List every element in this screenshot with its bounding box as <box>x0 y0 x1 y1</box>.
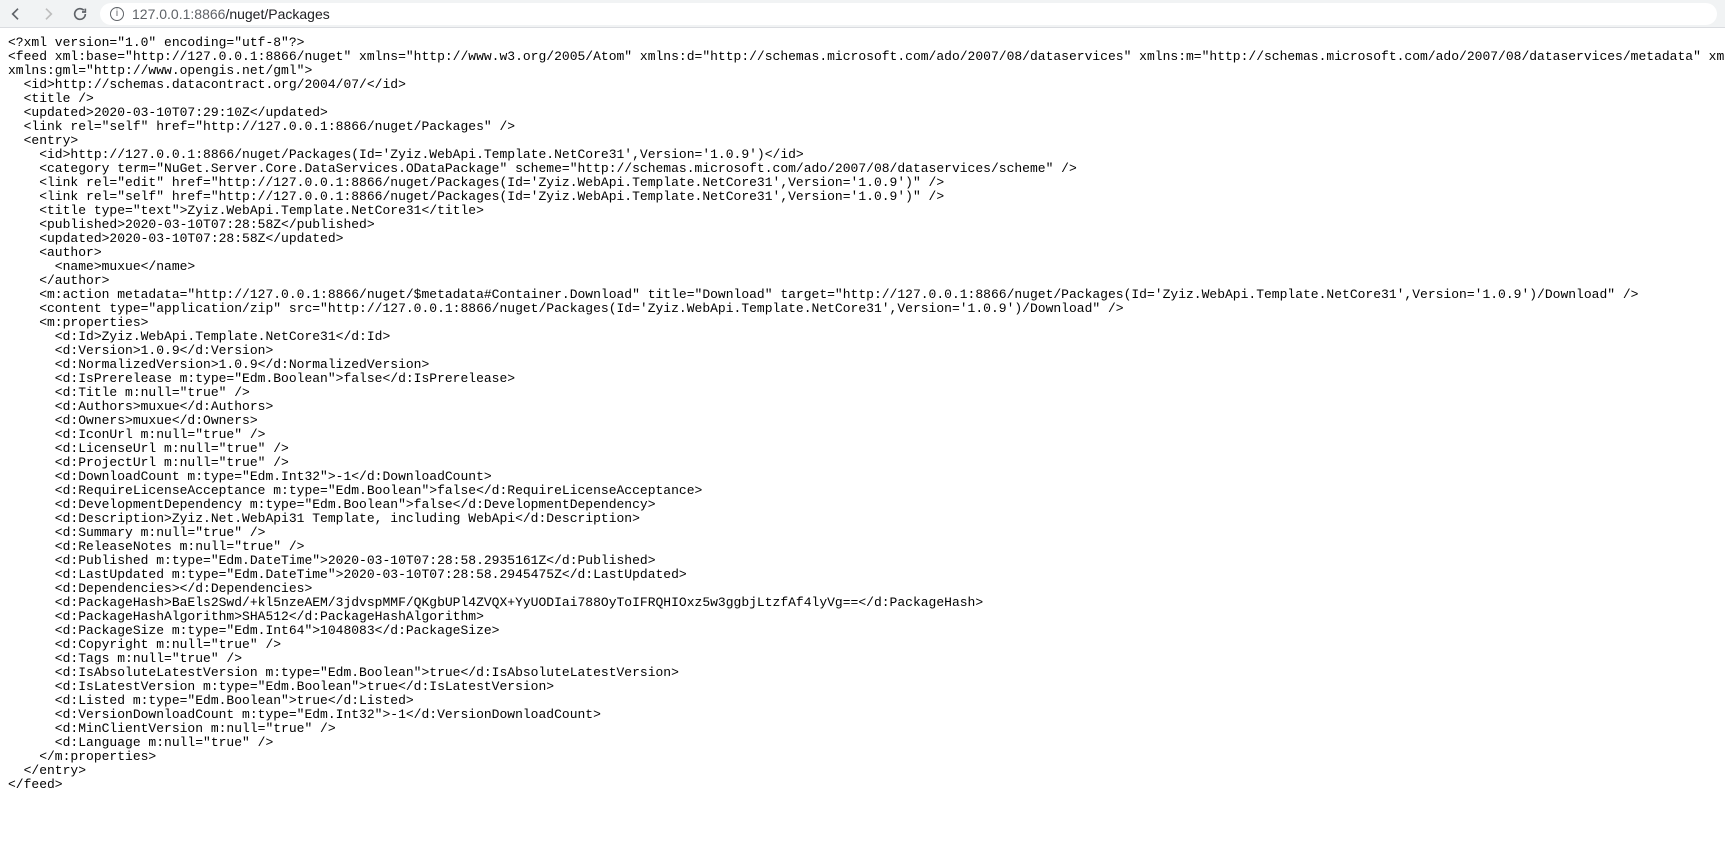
xml-line: <m:action metadata="http://127.0.0.1:886… <box>8 287 1638 302</box>
browser-toolbar: i 127.0.0.1:8866/nuget/Packages <box>0 0 1725 28</box>
xml-line: <category term="NuGet.Server.Core.DataSe… <box>8 161 1077 176</box>
url-host: 127.0.0.1 <box>132 6 190 22</box>
xml-line: <d:Published m:type="Edm.DateTime">2020-… <box>8 553 656 568</box>
xml-line: <d:Dependencies></d:Dependencies> <box>8 581 312 596</box>
xml-line: <title type="text">Zyiz.WebApi.Template.… <box>8 203 484 218</box>
url-text: 127.0.0.1:8866/nuget/Packages <box>132 6 330 22</box>
xml-line: <d:Listed m:type="Edm.Boolean">true</d:L… <box>8 693 414 708</box>
xml-line: <d:PackageSize m:type="Edm.Int64">104808… <box>8 623 499 638</box>
xml-line: <d:DownloadCount m:type="Edm.Int32">-1</… <box>8 469 492 484</box>
xml-line: <d:IconUrl m:null="true" /> <box>8 427 265 442</box>
xml-line: <d:Id>Zyiz.WebApi.Template.NetCore31</d:… <box>8 329 390 344</box>
xml-line: <d:LicenseUrl m:null="true" /> <box>8 441 289 456</box>
xml-line: <d:Owners>muxue</d:Owners> <box>8 413 258 428</box>
xml-line: <published>2020-03-10T07:28:58Z</publish… <box>8 217 375 232</box>
url-path: /nuget/Packages <box>225 6 329 22</box>
xml-line: <updated>2020-03-10T07:28:58Z</updated> <box>8 231 343 246</box>
xml-line: <d:DevelopmentDependency m:type="Edm.Boo… <box>8 497 656 512</box>
xml-line: <d:Description>Zyiz.Net.WebApi31 Templat… <box>8 511 640 526</box>
xml-line: <d:MinClientVersion m:null="true" /> <box>8 721 336 736</box>
xml-line: <d:Copyright m:null="true" /> <box>8 637 281 652</box>
xml-line: <?xml version="1.0" encoding="utf-8"?> <box>8 35 304 50</box>
xml-line: <d:ProjectUrl m:null="true" /> <box>8 455 289 470</box>
xml-line: <feed xml:base="http://127.0.0.1:8866/nu… <box>8 49 1725 64</box>
xml-line: <d:LastUpdated m:type="Edm.DateTime">202… <box>8 567 687 582</box>
xml-line: <name>muxue</name> <box>8 259 195 274</box>
xml-line: </feed> <box>8 777 63 792</box>
back-button[interactable] <box>8 6 24 22</box>
xml-content: <?xml version="1.0" encoding="utf-8"?> <… <box>0 28 1725 800</box>
xml-line: <d:IsPrerelease m:type="Edm.Boolean">fal… <box>8 371 515 386</box>
xml-line: xmlns:gml="http://www.opengis.net/gml"> <box>8 63 312 78</box>
xml-line: <d:PackageHashAlgorithm>SHA512</d:Packag… <box>8 609 484 624</box>
url-port: :8866 <box>190 6 225 22</box>
xml-line: <author> <box>8 245 102 260</box>
xml-line: <d:RequireLicenseAcceptance m:type="Edm.… <box>8 483 702 498</box>
xml-line: <d:Version>1.0.9</d:Version> <box>8 343 273 358</box>
xml-line: <d:NormalizedVersion>1.0.9</d:Normalized… <box>8 357 429 372</box>
site-info-icon[interactable]: i <box>110 7 124 21</box>
xml-line: <d:IsAbsoluteLatestVersion m:type="Edm.B… <box>8 665 679 680</box>
xml-line: <id>http://schemas.datacontract.org/2004… <box>8 77 406 92</box>
reload-button[interactable] <box>72 6 88 22</box>
forward-button[interactable] <box>40 6 56 22</box>
xml-line: <d:Tags m:null="true" /> <box>8 651 242 666</box>
xml-line: <d:Language m:null="true" /> <box>8 735 273 750</box>
xml-line: <id>http://127.0.0.1:8866/nuget/Packages… <box>8 147 804 162</box>
address-bar[interactable]: i 127.0.0.1:8866/nuget/Packages <box>100 3 1717 25</box>
xml-line: </author> <box>8 273 109 288</box>
xml-line: <content type="application/zip" src="htt… <box>8 301 1124 316</box>
xml-line: <m:properties> <box>8 315 148 330</box>
xml-line: <d:VersionDownloadCount m:type="Edm.Int3… <box>8 707 601 722</box>
xml-line: <d:Summary m:null="true" /> <box>8 525 265 540</box>
xml-line: <title /> <box>8 91 94 106</box>
xml-line: <d:ReleaseNotes m:null="true" /> <box>8 539 304 554</box>
xml-line: <updated>2020-03-10T07:29:10Z</updated> <box>8 105 328 120</box>
xml-line: <link rel="edit" href="http://127.0.0.1:… <box>8 175 944 190</box>
nav-icons <box>8 6 88 22</box>
xml-line: <d:IsLatestVersion m:type="Edm.Boolean">… <box>8 679 554 694</box>
xml-line: <d:PackageHash>BaEls2Swd/+kl5nzeAEM/3jdv… <box>8 595 983 610</box>
xml-line: <entry> <box>8 133 78 148</box>
xml-line: <d:Title m:null="true" /> <box>8 385 250 400</box>
xml-line: <d:Authors>muxue</d:Authors> <box>8 399 273 414</box>
xml-line: </entry> <box>8 763 86 778</box>
xml-line: <link rel="self" href="http://127.0.0.1:… <box>8 119 515 134</box>
xml-line: </m:properties> <box>8 749 156 764</box>
xml-line: <link rel="self" href="http://127.0.0.1:… <box>8 189 944 204</box>
